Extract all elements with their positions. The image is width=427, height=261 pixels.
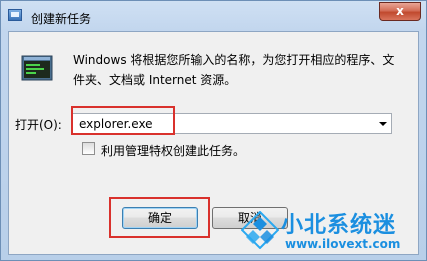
admin-privilege-label[interactable]: 利用管理特权创建此任务。 — [101, 142, 245, 159]
watermark-brand: 小北系统迷 — [281, 213, 397, 238]
run-program-icon — [21, 55, 53, 81]
window-title: 创建新任务 — [31, 12, 92, 26]
title-bar[interactable]: 创建新任务 x — [1, 1, 426, 31]
open-label: 打开(O): — [15, 118, 62, 132]
dialog-description: Windows 将根据您所输入的名称，为您打开相应的程序、文件夹、文档或 Int… — [73, 53, 395, 87]
app-icon — [8, 9, 22, 21]
open-input-value[interactable]: explorer.exe — [79, 117, 153, 131]
admin-privilege-checkbox[interactable] — [82, 142, 95, 155]
watermark-url: www.ilovext.com — [285, 237, 401, 251]
create-task-dialog: 创建新任务 x Windows 将根据您所输入的名称，为您打开相应的程序、文件夹… — [0, 0, 427, 261]
dropdown-arrow-icon[interactable] — [379, 122, 387, 126]
open-combobox[interactable]: explorer.exe — [72, 113, 392, 134]
ok-button[interactable]: 确定 — [122, 207, 198, 229]
watermark-logo-icon — [241, 211, 279, 249]
close-button[interactable]: x — [379, 2, 421, 21]
